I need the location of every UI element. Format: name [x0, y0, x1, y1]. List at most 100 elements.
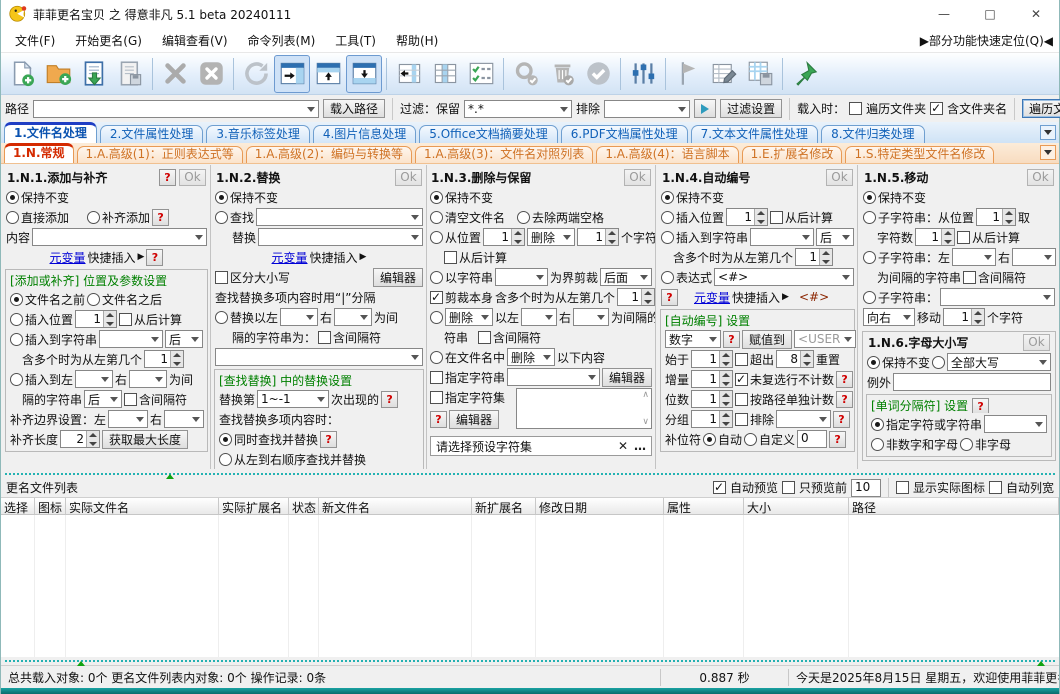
- p4-pad-custom-radio[interactable]: [744, 433, 757, 446]
- p1-insert-pos-radio[interactable]: [10, 313, 23, 326]
- p1-left-sep-combo[interactable]: [75, 370, 113, 388]
- p3-incl-sep-checkbox[interactable]: [478, 331, 491, 344]
- traverse-file-list-button[interactable]: 遍历文件列表: [1022, 99, 1060, 118]
- include-folder-name-checkbox[interactable]: [930, 102, 943, 115]
- scroll-down-icon[interactable]: ∨: [642, 417, 649, 427]
- help-icon[interactable]: ?: [152, 209, 169, 226]
- close-button[interactable]: ✕: [1013, 0, 1059, 28]
- ok-button[interactable]: Ok: [1023, 334, 1050, 351]
- delete-all-icon[interactable]: [193, 55, 229, 93]
- help-icon[interactable]: ?: [833, 411, 850, 428]
- p4-pos-spinner[interactable]: 1: [726, 208, 768, 226]
- p1-pad-length-spinner[interactable]: 2: [60, 430, 100, 448]
- p1-incl-sep-checkbox[interactable]: [124, 393, 137, 406]
- subtab-compare-list[interactable]: 1.A.高级(3)：文件名对照列表: [415, 146, 593, 163]
- p3-between-radio[interactable]: [430, 311, 443, 324]
- p3-preset-charset-picker[interactable]: 请选择预设字符集✕…: [430, 436, 652, 456]
- p6-spec-chars-radio[interactable]: [871, 418, 884, 431]
- p6-case-combo[interactable]: 全部大写: [947, 353, 1051, 371]
- p5-keep-radio[interactable]: [863, 191, 876, 204]
- p6-non-alnum-radio[interactable]: [871, 438, 884, 451]
- auto-col-width-checkbox[interactable]: [989, 481, 1002, 494]
- p2-keep-radio[interactable]: [215, 191, 228, 204]
- p6-non-alpha-radio[interactable]: [960, 438, 973, 451]
- sub-tabs-dropdown[interactable]: [1040, 145, 1056, 160]
- delete-confirm-icon[interactable]: [544, 55, 580, 93]
- p4-nth-spinner[interactable]: 1: [795, 248, 833, 266]
- tab-music-tag[interactable]: 3.音乐标签处理: [206, 125, 309, 143]
- p4-insert-string-combo[interactable]: [750, 228, 814, 246]
- p6-case-radio[interactable]: [932, 356, 945, 369]
- ok-button[interactable]: Ok: [826, 169, 853, 186]
- p5-sub-pos-radio[interactable]: [863, 211, 876, 224]
- insert-menu-arrow[interactable]: ▶: [138, 252, 145, 262]
- p5-direction-combo[interactable]: 向右: [863, 308, 915, 326]
- show-real-icons-checkbox[interactable]: [896, 481, 909, 494]
- p3-side-combo[interactable]: 后面: [600, 268, 652, 286]
- p6-keep-radio[interactable]: [867, 356, 880, 369]
- p3-pos-spinner[interactable]: 1: [483, 228, 525, 246]
- col-actual-name[interactable]: 实际文件名: [66, 498, 219, 514]
- col-new-name[interactable]: 新文件名: [319, 498, 472, 514]
- metavar-link[interactable]: 元变量: [272, 249, 308, 266]
- col-icon[interactable]: 图标: [35, 498, 66, 514]
- p5-sub-lr-radio[interactable]: [863, 251, 876, 264]
- help-icon[interactable]: ?: [159, 169, 176, 186]
- subtab-extension[interactable]: 1.E.扩展名修改: [742, 146, 843, 163]
- p6-spec-chars-combo[interactable]: [984, 415, 1047, 433]
- p5-right-sep-combo[interactable]: [1012, 248, 1056, 266]
- p5-left-sep-combo[interactable]: [952, 248, 996, 266]
- horizontal-splitter[interactable]: [1, 470, 1059, 478]
- help-icon[interactable]: ?: [430, 411, 447, 428]
- p2-find-radio[interactable]: [215, 211, 228, 224]
- minimize-button[interactable]: —: [921, 0, 967, 28]
- p1-before-name-radio[interactable]: [10, 293, 23, 306]
- p5-sub-string-combo[interactable]: [940, 288, 1055, 306]
- help-icon[interactable]: ?: [972, 398, 989, 413]
- p2-find-combo[interactable]: [256, 208, 423, 226]
- p3-charset-checkbox[interactable]: [430, 391, 443, 404]
- scroll-up-icon[interactable]: ∧: [642, 390, 649, 400]
- p1-right-sep-combo[interactable]: [129, 370, 167, 388]
- p3-from-pos-radio[interactable]: [430, 231, 443, 244]
- flag-icon[interactable]: [670, 55, 706, 93]
- p1-content-combo[interactable]: [32, 228, 207, 246]
- subtab-regex[interactable]: 1.A.高级(1)：正则表达式等: [77, 146, 243, 163]
- menu-file[interactable]: 文件(F): [5, 30, 65, 51]
- help-icon[interactable]: ?: [661, 289, 678, 306]
- subtab-special-types[interactable]: 1.S.特定类型文件名修改: [845, 146, 994, 163]
- p4-group-spinner[interactable]: 1: [691, 410, 733, 428]
- p3-spec-string-combo[interactable]: [507, 368, 600, 386]
- menu-start-rename[interactable]: 开始更名(G): [65, 30, 152, 51]
- subtab-encoding[interactable]: 1.A.高级(2)：编码与转换等: [246, 146, 412, 163]
- p1-after-name-radio[interactable]: [87, 293, 100, 306]
- tab-file-attr[interactable]: 2.文件属性处理: [100, 125, 203, 143]
- auto-preview-checkbox[interactable]: [713, 481, 726, 494]
- p2-occurrence-combo[interactable]: 1~-1: [257, 390, 329, 408]
- help-icon[interactable]: ?: [836, 371, 853, 388]
- p4-exclude-combo[interactable]: [776, 410, 831, 428]
- metavar-link[interactable]: 元变量: [694, 289, 730, 306]
- p1-get-max-length-button[interactable]: 获取最大长度: [102, 430, 188, 449]
- p4-assign-button[interactable]: 赋值到: [742, 330, 792, 349]
- p4-per-path-checkbox[interactable]: [735, 393, 748, 406]
- p2-replace-between-radio[interactable]: [215, 311, 228, 324]
- p4-assign-target-combo[interactable]: <USER0>: [794, 330, 856, 348]
- traverse-folders-checkbox[interactable]: [849, 102, 862, 115]
- pin-icon[interactable]: [787, 55, 823, 93]
- confirm-icon[interactable]: [580, 55, 616, 93]
- p4-overflow-spinner[interactable]: 8: [776, 350, 814, 368]
- p2-sep-replace-combo[interactable]: [215, 348, 423, 366]
- p3-charset-editor-button[interactable]: 编辑器: [449, 410, 499, 429]
- save-list-icon[interactable]: [112, 55, 148, 93]
- col-modified-date[interactable]: 修改日期: [536, 498, 664, 514]
- ok-button[interactable]: Ok: [624, 169, 651, 186]
- p5-incl-sep-checkbox[interactable]: [963, 271, 976, 284]
- p1-direct-add-radio[interactable]: [6, 211, 19, 224]
- checklist-icon[interactable]: [463, 55, 499, 93]
- p1-nth-spinner[interactable]: 1: [144, 350, 184, 368]
- panel-bottom-icon[interactable]: [346, 55, 382, 93]
- p3-trim-radio[interactable]: [517, 211, 530, 224]
- p2-incl-sep-checkbox[interactable]: [318, 331, 331, 344]
- p2-sequential-radio[interactable]: [219, 453, 232, 466]
